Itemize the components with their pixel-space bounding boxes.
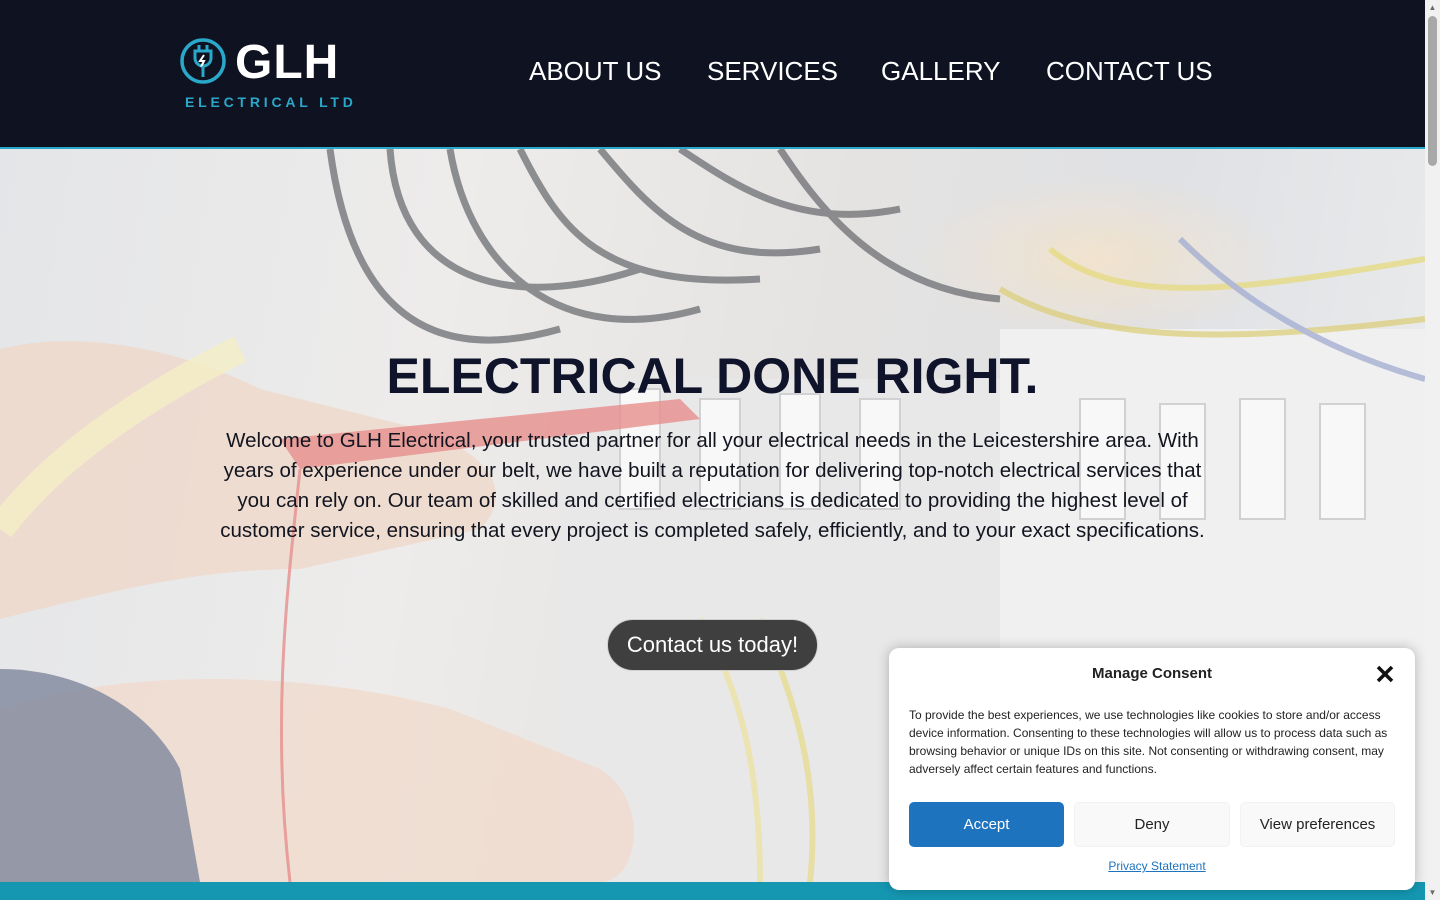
page-scrollbar[interactable]: ▲ ▼: [1425, 0, 1440, 900]
scroll-thumb[interactable]: [1428, 16, 1437, 166]
nav-item-contact-us[interactable]: CONTACT US: [1046, 56, 1213, 87]
view-preferences-button[interactable]: View preferences: [1240, 802, 1395, 847]
consent-title: Manage Consent: [1091, 665, 1212, 682]
nav-item-gallery[interactable]: GALLERY: [881, 56, 1000, 87]
privacy-statement-link[interactable]: Privacy Statement: [889, 859, 1425, 873]
consent-dialog: Manage Consent To provide the best exper…: [889, 648, 1415, 890]
main-nav: ABOUT US SERVICES GALLERY CONTACT US: [0, 56, 1425, 92]
scroll-up-arrow-icon[interactable]: ▲: [1425, 0, 1440, 15]
hero-title: ELECTRICAL DONE RIGHT.: [386, 348, 1039, 404]
accept-button[interactable]: Accept: [909, 802, 1064, 847]
scroll-down-arrow-icon[interactable]: ▼: [1425, 885, 1440, 900]
deny-button[interactable]: Deny: [1074, 802, 1230, 847]
hero-description: Welcome to GLH Electrical, your trusted …: [220, 429, 1205, 542]
site-header: GLH ELECTRICAL LTD ABOUT US SERVICES GAL…: [0, 0, 1425, 149]
logo-subtitle: ELECTRICAL LTD: [185, 94, 357, 110]
nav-item-services[interactable]: SERVICES: [707, 56, 838, 87]
close-icon[interactable]: [1373, 662, 1397, 686]
nav-item-about-us[interactable]: ABOUT US: [529, 56, 661, 87]
consent-description: To provide the best experiences, we use …: [909, 708, 1388, 776]
contact-us-today-button[interactable]: Contact us today!: [607, 619, 818, 671]
